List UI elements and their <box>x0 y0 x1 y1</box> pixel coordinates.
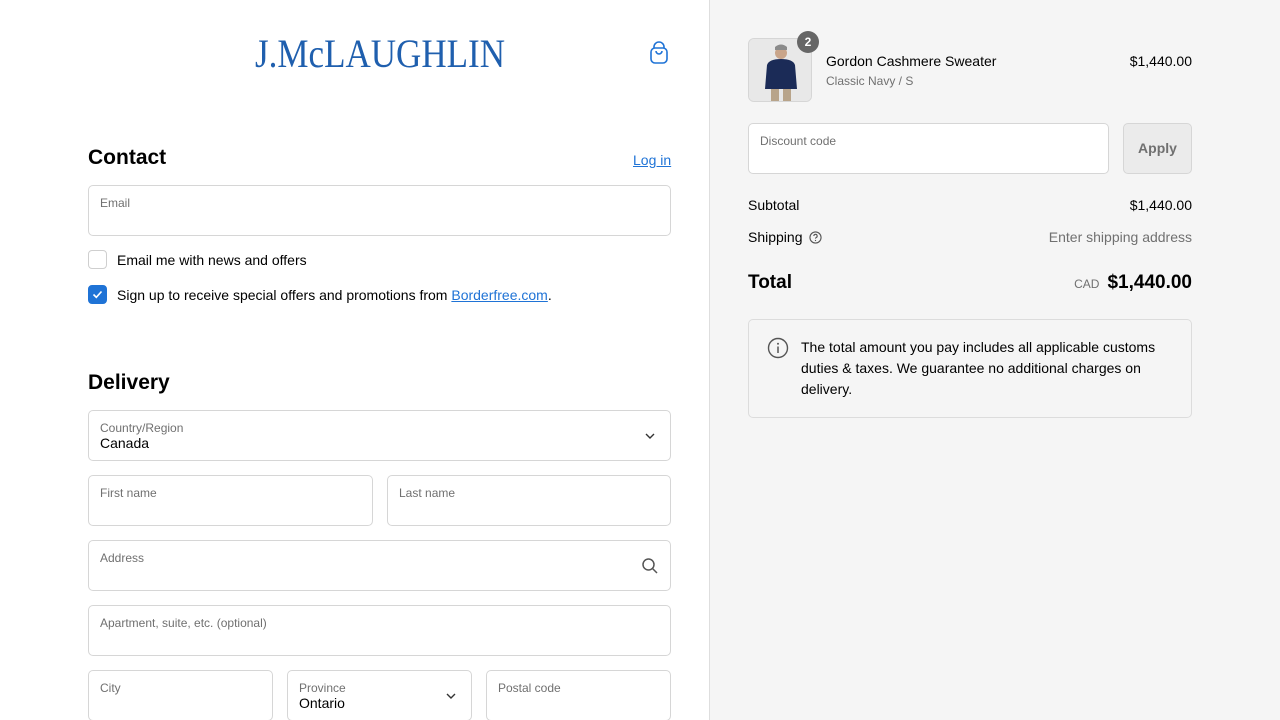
news-checkbox[interactable] <box>88 250 107 269</box>
shipping-label-row: Shipping <box>748 229 822 245</box>
address-input[interactable] <box>100 567 620 583</box>
subtotal-label: Subtotal <box>748 197 800 213</box>
country-value: Canada <box>100 435 150 451</box>
product-variant: Classic Navy / S <box>826 74 914 88</box>
apartment-input[interactable] <box>100 632 659 648</box>
total-currency: CAD <box>1074 277 1100 291</box>
borderfree-link[interactable]: Borderfree.com <box>451 287 547 303</box>
last-name-field[interactable]: Last name <box>387 475 671 526</box>
customs-info-box: The total amount you pay includes all ap… <box>748 319 1192 418</box>
postal-code-field[interactable]: Postal code <box>486 670 671 720</box>
total-label: Total <box>748 272 792 293</box>
offers-checkbox-row[interactable]: Sign up to receive special offers and pr… <box>88 285 552 304</box>
first-name-field[interactable]: First name <box>88 475 373 526</box>
apply-discount-button[interactable]: Apply <box>1123 123 1192 174</box>
postal-code-input[interactable] <box>498 697 659 713</box>
province-label: Province <box>299 681 346 695</box>
info-icon <box>767 337 789 359</box>
svg-text:J.McLAUGHLIN: J.McLAUGHLIN <box>255 34 505 72</box>
search-icon[interactable] <box>641 557 659 575</box>
discount-code-input[interactable] <box>760 150 1097 166</box>
city-input[interactable] <box>100 697 261 713</box>
city-label: City <box>100 681 121 695</box>
customs-info-text: The total amount you pay includes all ap… <box>801 339 1156 397</box>
offers-checkbox[interactable] <box>88 285 107 304</box>
apartment-field[interactable]: Apartment, suite, etc. (optional) <box>88 605 671 656</box>
checkmark-icon <box>92 290 103 299</box>
offers-checkbox-label: Sign up to receive special offers and pr… <box>117 286 552 303</box>
login-link[interactable]: Log in <box>633 152 671 168</box>
product-name: Gordon Cashmere Sweater <box>826 53 997 69</box>
quantity-badge: 2 <box>797 31 819 53</box>
shipping-label: Shipping <box>748 229 803 245</box>
province-value: Ontario <box>299 695 345 711</box>
address-label: Address <box>100 551 145 565</box>
country-select[interactable]: Country/Region Canada <box>88 410 671 461</box>
discount-code-field[interactable]: Discount code <box>748 123 1109 174</box>
total-value-group: CAD $1,440.00 <box>1074 272 1192 294</box>
shopping-bag-icon[interactable] <box>648 41 670 65</box>
apartment-label: Apartment, suite, etc. (optional) <box>100 616 267 630</box>
contact-heading: Contact <box>88 146 167 169</box>
delivery-heading: Delivery <box>88 371 170 394</box>
total-amount: $1,440.00 <box>1107 272 1192 293</box>
first-name-label: First name <box>100 486 157 500</box>
discount-code-label: Discount code <box>760 134 837 148</box>
chevron-down-icon <box>645 433 655 439</box>
brand-logo[interactable]: J.McLAUGHLIN <box>255 34 507 72</box>
province-select[interactable]: Province Ontario <box>287 670 472 720</box>
postal-code-label: Postal code <box>498 681 561 695</box>
product-price: $1,440.00 <box>1129 53 1192 69</box>
checkout-form-pane: J.McLAUGHLIN Contact Log in Email Email … <box>0 0 710 720</box>
email-input[interactable] <box>100 212 659 228</box>
last-name-label: Last name <box>399 486 456 500</box>
help-icon[interactable] <box>808 230 822 244</box>
email-field[interactable]: Email <box>88 185 671 236</box>
subtotal-value: $1,440.00 <box>1129 197 1192 213</box>
last-name-input[interactable] <box>399 502 659 518</box>
address-field[interactable]: Address <box>88 540 671 591</box>
news-checkbox-row[interactable]: Email me with news and offers <box>88 250 307 269</box>
shipping-value: Enter shipping address <box>1048 229 1192 245</box>
country-label: Country/Region <box>100 421 184 435</box>
email-label: Email <box>100 196 131 210</box>
first-name-input[interactable] <box>100 502 361 518</box>
city-field[interactable]: City <box>88 670 273 720</box>
chevron-down-icon <box>446 693 456 699</box>
news-checkbox-label: Email me with news and offers <box>117 251 307 268</box>
